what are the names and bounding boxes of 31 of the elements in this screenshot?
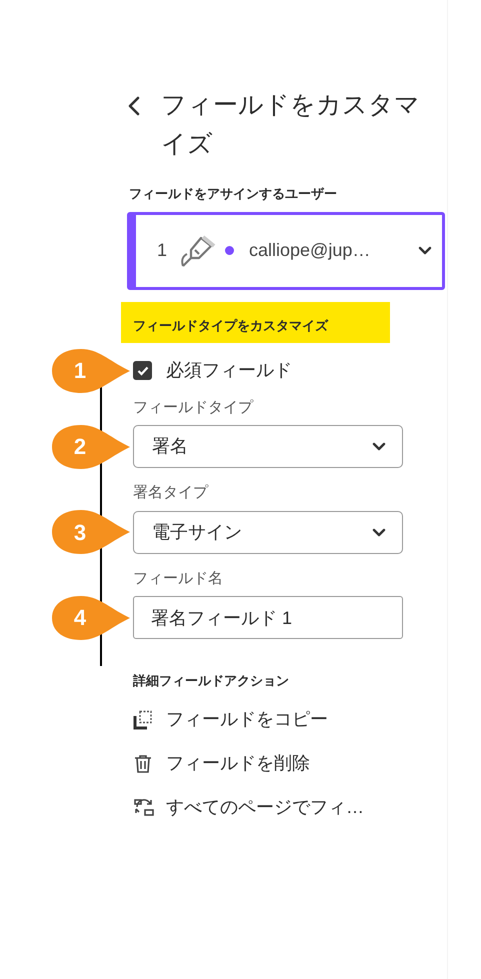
dropdown-value: 電子サイン [152, 520, 242, 544]
field-label: フィールドタイプ [133, 398, 254, 418]
action-item[interactable]: フィールドを削除 [133, 748, 310, 778]
callout-marker: 2 [51, 424, 131, 470]
dropdown-value: 署名 [152, 435, 188, 458]
assignee-select[interactable]: 1 calliope@jup… [127, 212, 445, 290]
chevron-down-icon [418, 246, 432, 255]
pen-icon [179, 234, 218, 268]
callout-marker: 1 [51, 348, 131, 394]
chevron-down-icon [372, 528, 386, 536]
callout-marker: 3 [51, 509, 131, 555]
action-item[interactable]: フィールドをコピー [133, 704, 328, 734]
dropdown[interactable]: 署名 [133, 425, 403, 468]
field-label: フィールド名 [133, 568, 224, 588]
panel-title: フィールドをカスタマイズ [161, 90, 421, 160]
input-field[interactable]: 署名フィールド 1 [133, 596, 403, 639]
checkbox-label: 必須フィールド [166, 359, 292, 382]
section-label: フィールドをアサインするユーザー [129, 185, 338, 203]
chevron-left-icon [127, 95, 141, 117]
section-heading: 詳細フィールドアクション [133, 672, 290, 690]
dropdown[interactable]: 電子サイン [133, 510, 403, 554]
section-heading: フィールドタイプをカスタマイズ [121, 302, 390, 342]
action-item[interactable]: すべてのページでフィ… [133, 792, 364, 822]
checkbox[interactable] [133, 361, 152, 380]
callout-marker: 4 [51, 594, 131, 640]
field-label: 署名タイプ [133, 483, 210, 503]
sync-icon [133, 798, 155, 818]
recipient-number: 1 [157, 239, 168, 262]
recipient-email: calliope@jup… [249, 239, 372, 262]
chevron-down-icon [372, 442, 386, 451]
check-icon [136, 366, 148, 376]
